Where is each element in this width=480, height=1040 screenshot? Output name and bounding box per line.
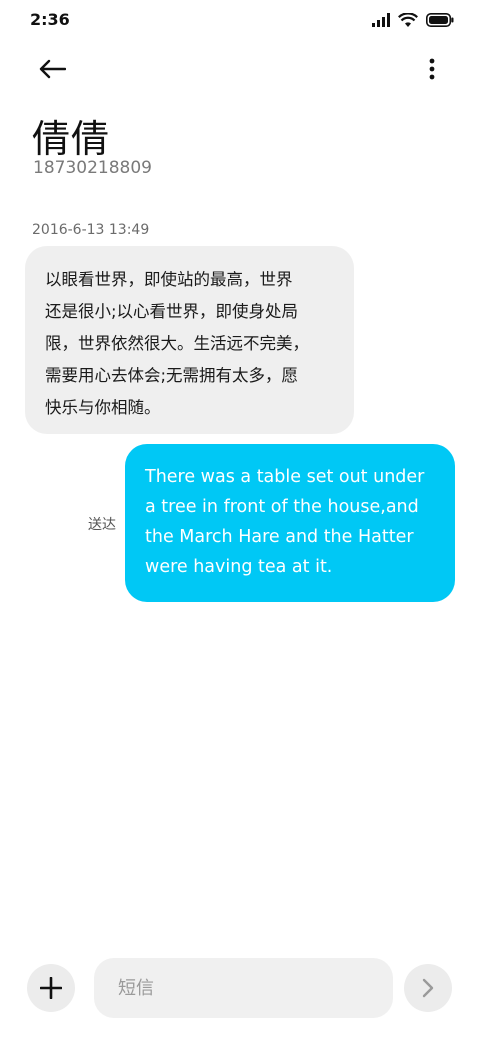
outgoing-message-bubble[interactable]: There was a table set out under a tree i… (125, 444, 455, 602)
more-vertical-icon (429, 58, 435, 80)
message-timestamp: 2016-6-13 13:49 (32, 222, 150, 238)
delivered-status: 送达 (88, 517, 116, 533)
message-composer (0, 950, 480, 1030)
status-time: 2:36 (30, 10, 70, 29)
wifi-icon (398, 12, 418, 27)
message-line: were having tea at it. (145, 557, 333, 577)
message-input[interactable] (94, 958, 393, 1018)
status-bar: 2:36 (0, 0, 480, 40)
battery-icon (426, 13, 454, 27)
back-button[interactable] (30, 52, 74, 86)
signal-icon (372, 13, 390, 27)
incoming-message-bubble[interactable]: 以眼看世界，即使站的最高，世界 还是很小;以心看世界，即使身处局 限，世界依然很… (25, 246, 354, 434)
message-line: a tree in front of the house,and (145, 497, 419, 517)
contact-number: 18730218809 (33, 158, 152, 178)
message-line: 以眼看世界，即使站的最高，世界 (45, 270, 293, 289)
chevron-right-icon (422, 978, 434, 998)
attach-button[interactable] (27, 964, 75, 1012)
message-line: 还是很小;以心看世界，即使身处局 (45, 302, 299, 321)
message-line: 需要用心去体会;无需拥有太多，愿 (45, 366, 299, 385)
back-arrow-icon (39, 59, 66, 79)
status-icons (372, 12, 454, 28)
message-line: the March Hare and the Hatter (145, 527, 414, 547)
message-line: 限，世界依然很大。生活远不完美， (45, 334, 309, 353)
plus-icon (40, 977, 62, 999)
message-line: 快乐与你相随。 (45, 398, 161, 417)
message-line: There was a table set out under (145, 467, 425, 487)
contact-name: 倩倩 (32, 117, 111, 161)
messaging-screen: 2:36 倩倩 18730218809 2016-6-13 13:49 以眼看世… (0, 0, 480, 1040)
more-options-button[interactable] (420, 52, 444, 86)
send-button[interactable] (404, 964, 452, 1012)
